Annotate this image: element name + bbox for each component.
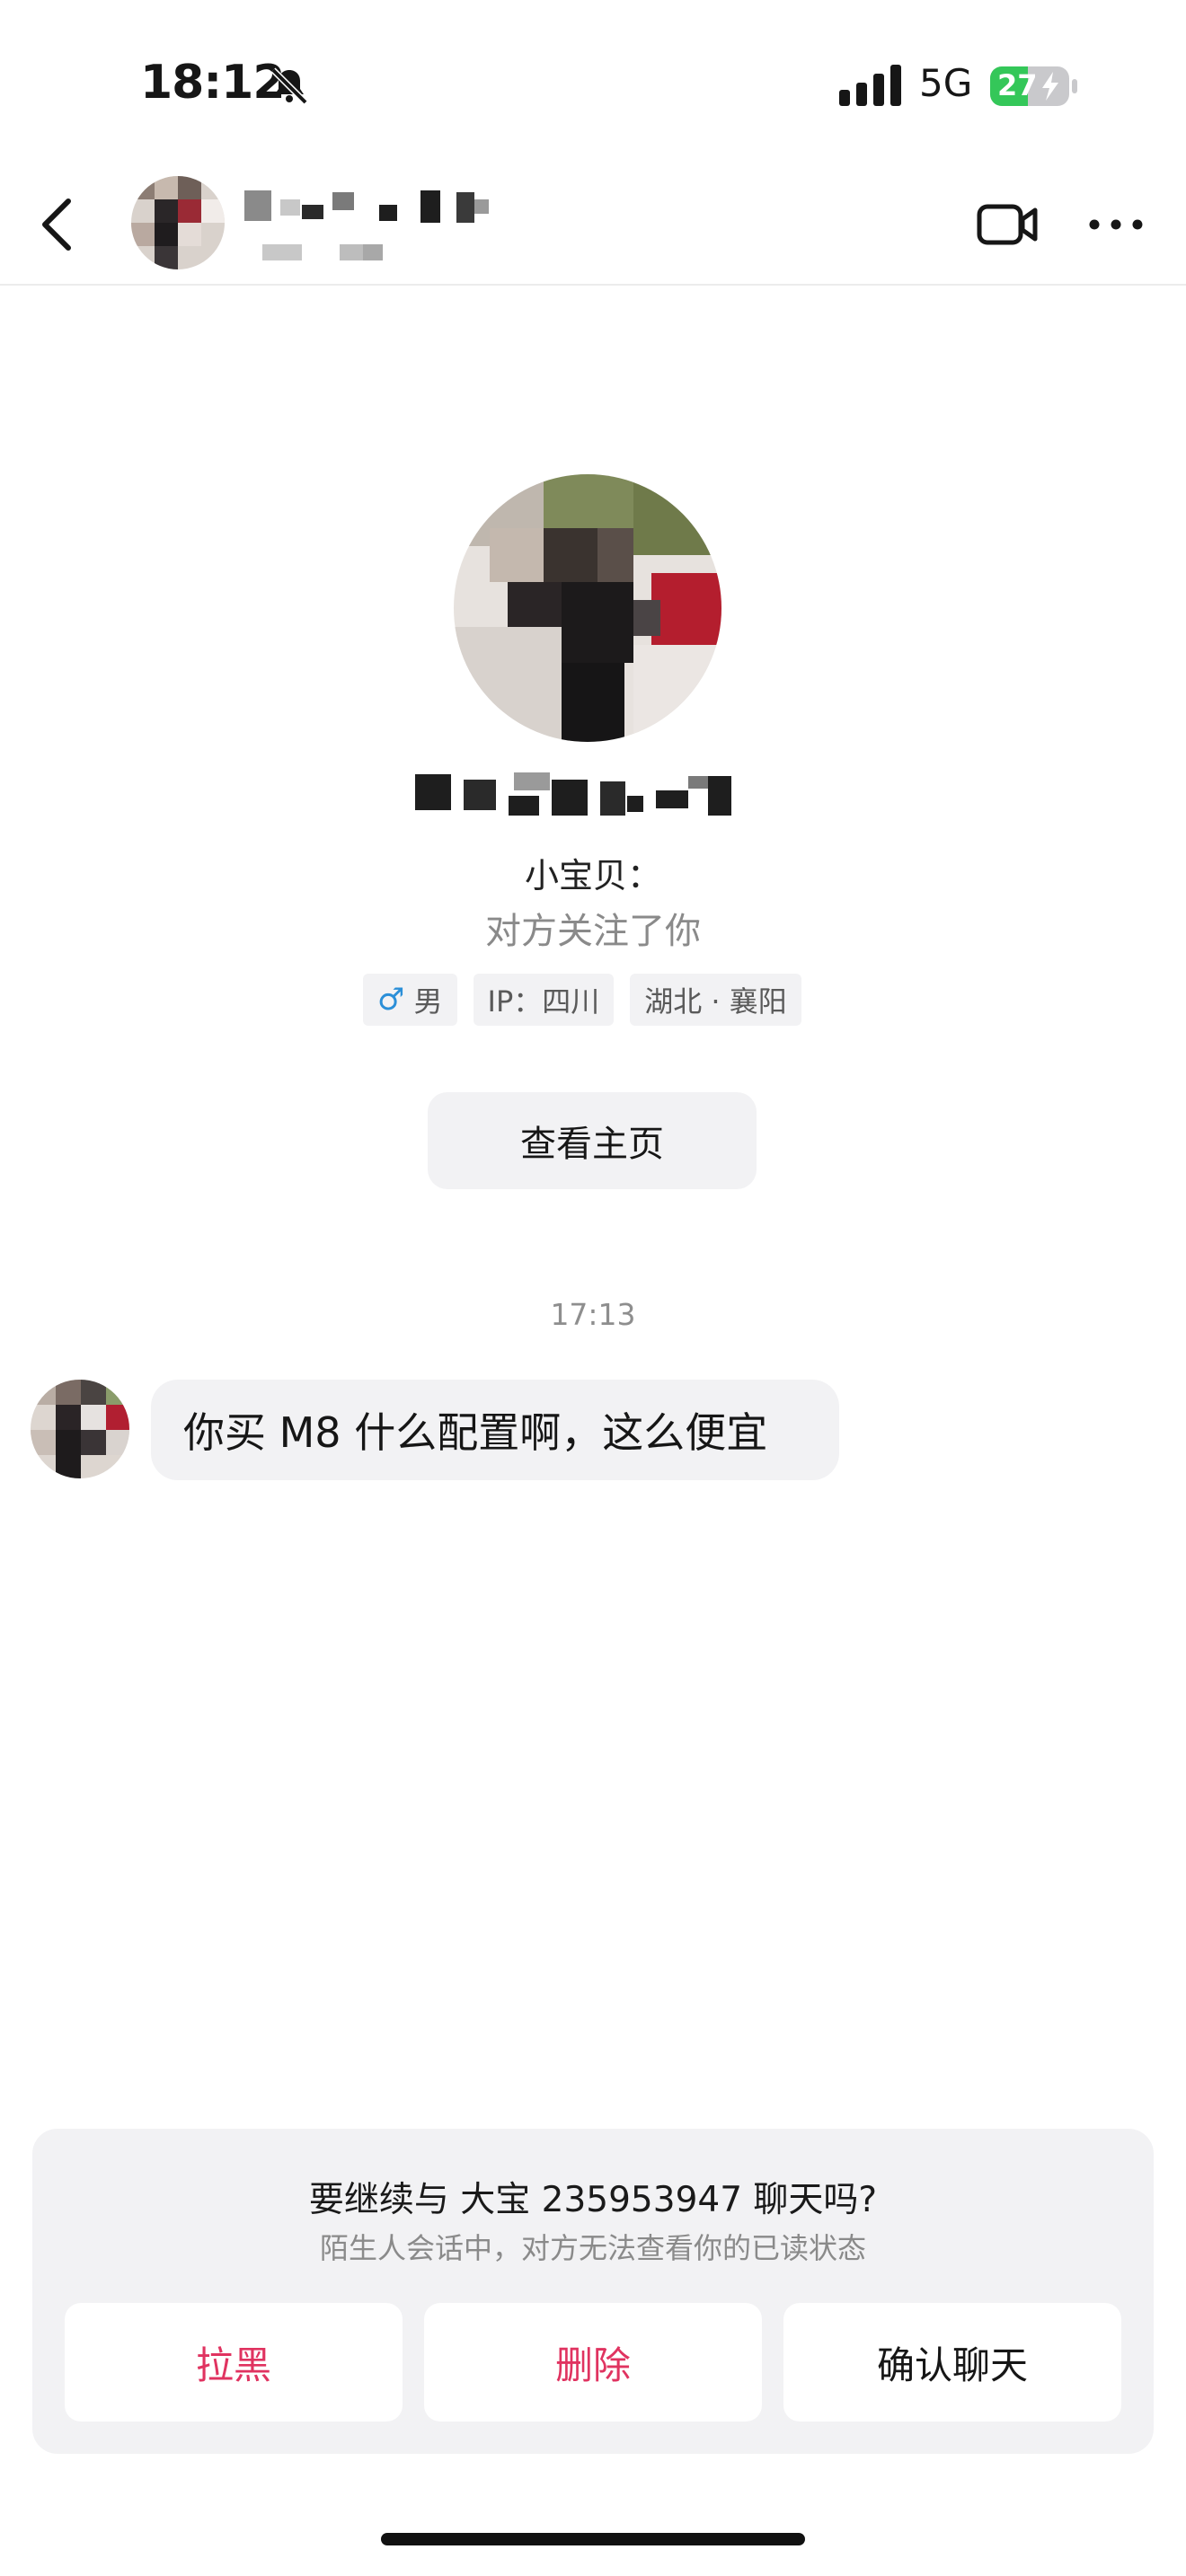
male-icon: ♂	[377, 982, 405, 1018]
video-camera-icon[interactable]	[976, 199, 1040, 250]
header-name-pixelated	[244, 190, 489, 223]
stranger-chat-prompt: 要继续与 大宝 235953947 聊天吗? 陌生人会话中，对方无法查看你的已读…	[32, 2129, 1154, 2454]
header-subtitle-pixelated	[262, 244, 383, 260]
prompt-subtitle: 陌生人会话中，对方无法查看你的已读状态	[319, 2231, 866, 2265]
status-time: 18:12	[140, 56, 286, 110]
more-dots-icon[interactable]	[1085, 208, 1146, 241]
view-homepage-button[interactable]: 查看主页	[428, 1092, 757, 1189]
location-tag: 湖北 · 襄阳	[630, 974, 801, 1026]
header-divider	[0, 284, 1186, 286]
profile-name-pixelated	[415, 772, 731, 816]
message-avatar[interactable]	[31, 1380, 129, 1478]
confirm-chat-button[interactable]: 确认聊天	[783, 2303, 1121, 2422]
gender-label: 男	[413, 984, 443, 1019]
back-chevron-icon[interactable]	[32, 192, 86, 257]
prompt-title: 要继续与 大宝 235953947 聊天吗?	[308, 2180, 878, 2220]
follow-status: 对方关注了你	[485, 911, 701, 952]
signal-icon	[839, 65, 901, 106]
delete-button[interactable]: 删除	[424, 2303, 762, 2422]
profile-avatar[interactable]	[454, 474, 721, 742]
gender-tag: ♂ 男	[363, 974, 457, 1026]
block-button[interactable]: 拉黑	[65, 2303, 403, 2422]
follow-label: 小宝贝：	[524, 856, 661, 895]
message-bubble[interactable]: 你买 M8 什么配置啊，这么便宜	[151, 1380, 839, 1480]
message-timestamp: 17:13	[550, 1297, 636, 1332]
home-indicator[interactable]	[381, 2533, 805, 2545]
network-type: 5G	[919, 61, 973, 105]
bell-muted-icon	[270, 67, 308, 105]
battery-level: 27	[997, 68, 1038, 102]
header-avatar[interactable]	[131, 176, 225, 269]
ip-tag: IP：四川	[473, 974, 615, 1026]
chat-screen: 18:12 5G 27 小宝贝： 对方关注了你 ♂ 男 IP：四川 湖北 · 襄…	[0, 0, 1186, 2576]
profile-tags: ♂ 男 IP：四川 湖北 · 襄阳	[363, 974, 801, 1026]
